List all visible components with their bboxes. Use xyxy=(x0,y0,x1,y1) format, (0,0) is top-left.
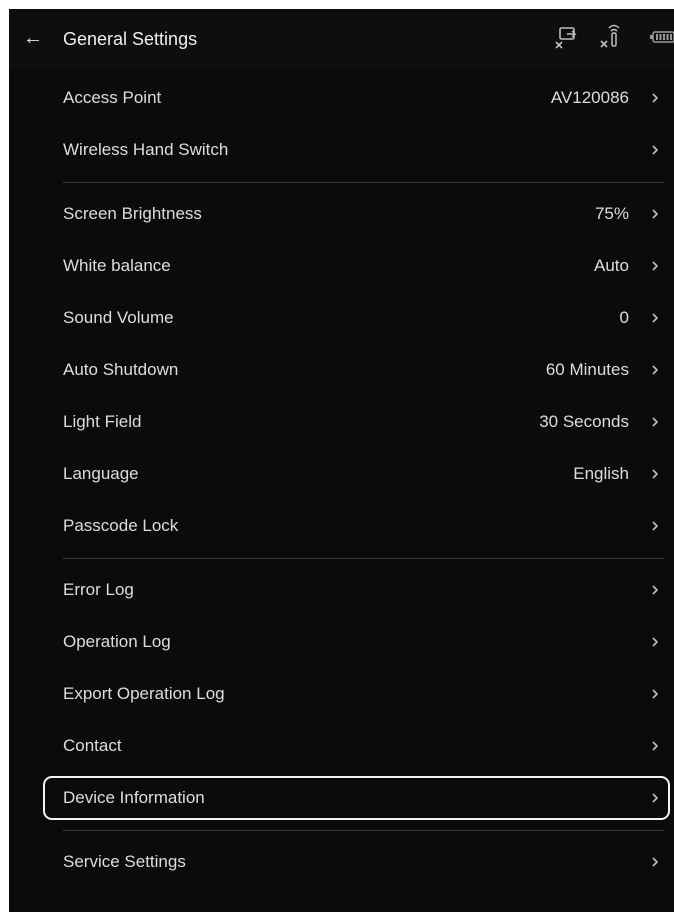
menu-item-label: Operation Log xyxy=(63,632,171,651)
menu-item-white-balance[interactable]: White balance Auto xyxy=(9,240,674,292)
battery-icon xyxy=(650,31,674,43)
menu-item-label: Sound Volume xyxy=(63,308,174,327)
menu-item-operation-log[interactable]: Operation Log xyxy=(9,616,674,668)
screen-cast-disconnected-icon xyxy=(555,27,577,49)
chevron-right-icon xyxy=(652,261,659,271)
menu-item-label: White balance xyxy=(63,256,171,275)
menu-item-device-information[interactable]: Device Information xyxy=(9,772,674,824)
menu-item-language[interactable]: Language English xyxy=(9,448,674,500)
menu-item-light-field[interactable]: Light Field 30 Seconds xyxy=(9,396,674,448)
menu-item-value: 0 xyxy=(619,308,629,327)
menu-item-value: 75% xyxy=(594,204,629,223)
chevron-right-icon xyxy=(652,93,659,103)
chevron-right-icon xyxy=(652,741,659,751)
chevron-right-icon xyxy=(652,365,659,375)
menu-item-access-point[interactable]: Access Point AV120086 xyxy=(9,72,674,124)
menu-item-auto-shutdown[interactable]: Auto Shutdown 60 Minutes xyxy=(9,344,674,396)
menu-item-label: Contact xyxy=(63,736,122,755)
back-button[interactable]: ← xyxy=(23,26,43,50)
chevron-right-icon xyxy=(652,145,659,155)
menu-item-label: Device Information xyxy=(63,788,205,807)
divider xyxy=(9,552,674,564)
chevron-right-icon xyxy=(652,585,659,595)
menu-item-value: Auto xyxy=(594,256,629,275)
chevron-right-icon xyxy=(652,469,659,479)
chevron-right-icon xyxy=(652,857,659,867)
wireless-disconnected-icon xyxy=(600,24,620,48)
settings-menu: Access Point AV120086 Wireless Hand Swit… xyxy=(9,72,674,888)
menu-item-label: Wireless Hand Switch xyxy=(63,140,229,159)
header-bar: ← General Settings xyxy=(9,9,674,67)
settings-screen: ← General Settings Access Point AV120086… xyxy=(9,9,674,912)
menu-item-label: Error Log xyxy=(63,580,134,599)
menu-item-value: AV120086 xyxy=(550,88,629,107)
menu-item-value: 60 Minutes xyxy=(545,360,629,379)
chevron-right-icon xyxy=(652,417,659,427)
menu-item-label: Screen Brightness xyxy=(63,204,202,223)
divider xyxy=(9,176,674,188)
menu-item-export-operation-log[interactable]: Export Operation Log xyxy=(9,668,674,720)
menu-item-label: Service Settings xyxy=(63,852,186,871)
chevron-right-icon xyxy=(652,637,659,647)
chevron-right-icon xyxy=(652,209,659,219)
chevron-right-icon xyxy=(652,521,659,531)
menu-item-service-settings[interactable]: Service Settings xyxy=(9,836,674,888)
menu-item-label: Auto Shutdown xyxy=(63,360,179,379)
chevron-right-icon xyxy=(652,793,659,803)
menu-item-wireless-hand-switch[interactable]: Wireless Hand Switch xyxy=(9,124,674,176)
chevron-right-icon xyxy=(652,689,659,699)
menu-item-label: Access Point xyxy=(63,88,162,107)
page-title: General Settings xyxy=(63,29,198,49)
menu-item-error-log[interactable]: Error Log xyxy=(9,564,674,616)
menu-item-label: Passcode Lock xyxy=(63,516,179,535)
arrow-left-icon: ← xyxy=(23,27,43,49)
divider xyxy=(9,824,674,836)
chevron-right-icon xyxy=(652,313,659,323)
menu-item-passcode-lock[interactable]: Passcode Lock xyxy=(9,500,674,552)
menu-item-value: 30 Seconds xyxy=(539,412,629,431)
menu-item-value: English xyxy=(573,464,629,483)
menu-item-label: Language xyxy=(63,464,139,483)
menu-item-screen-brightness[interactable]: Screen Brightness 75% xyxy=(9,188,674,240)
menu-item-label: Light Field xyxy=(63,412,142,431)
menu-item-label: Export Operation Log xyxy=(63,684,225,703)
menu-item-contact[interactable]: Contact xyxy=(9,720,674,772)
menu-item-sound-volume[interactable]: Sound Volume 0 xyxy=(9,292,674,344)
